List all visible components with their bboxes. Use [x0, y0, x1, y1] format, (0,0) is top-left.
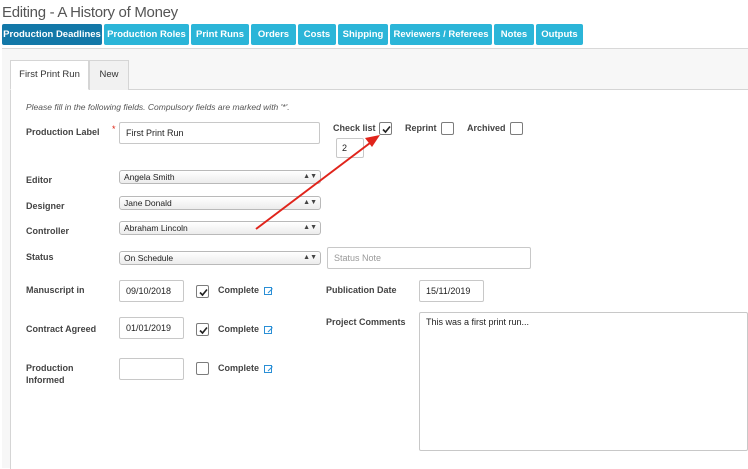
form-hint: Please fill in the following fields. Com… [26, 102, 290, 112]
production-informed-complete-checkbox[interactable] [196, 362, 209, 375]
status-label: Status [26, 252, 54, 262]
manuscript-complete-label: Complete [218, 285, 260, 295]
manuscript-label: Manuscript in [26, 285, 85, 295]
status-note-input[interactable]: Status Note [327, 247, 531, 269]
tab-new[interactable]: New [89, 60, 129, 90]
nav-production-roles-button[interactable]: Production Roles [104, 24, 189, 45]
designer-value: Jane Donald [124, 198, 172, 208]
production-informed-label-line1: Production [26, 363, 74, 373]
tab-first-print-run[interactable]: First Print Run [10, 60, 89, 90]
required-marker: * [112, 124, 116, 134]
manuscript-date-input[interactable]: 09/10/2018 [119, 280, 184, 302]
controller-value: Abraham Lincoln [124, 223, 188, 233]
publication-date-input[interactable]: 15/11/2019 [419, 280, 484, 302]
nav-costs-button[interactable]: Costs [298, 24, 336, 45]
manuscript-complete-checkbox[interactable] [196, 285, 209, 298]
select-arrows-icon: ▲▼ [303, 254, 317, 261]
select-arrows-icon: ▲▼ [303, 224, 317, 231]
archived-checkbox[interactable] [510, 122, 523, 135]
project-comments-label: Project Comments [326, 317, 406, 327]
checklist-checkbox[interactable] [379, 122, 392, 135]
contract-label: Contract Agreed [26, 324, 97, 334]
nav-shipping-button[interactable]: Shipping [338, 24, 388, 45]
editor-value: Angela Smith [124, 172, 175, 182]
designer-select[interactable]: Jane Donald ▲▼ [119, 196, 321, 210]
select-arrows-icon: ▲▼ [303, 173, 317, 180]
contract-date-input[interactable]: 01/01/2019 [119, 317, 184, 339]
edit-note-icon[interactable] [264, 326, 273, 335]
checklist-label: Check list [333, 123, 376, 133]
reprint-label: Reprint [405, 123, 437, 133]
archived-label: Archived [467, 123, 506, 133]
status-value: On Schedule [124, 253, 174, 263]
editor-select[interactable]: Angela Smith ▲▼ [119, 170, 321, 184]
nav-production-deadlines-button[interactable]: Production Deadlines [2, 24, 102, 45]
checkmark-icon [382, 125, 391, 134]
project-comments-textarea[interactable]: This was a first print run... [419, 312, 748, 451]
nav-reviewers-referees-button[interactable]: Reviewers / Referees [390, 24, 492, 45]
edit-note-icon[interactable] [264, 365, 273, 374]
page-title: Editing - A History of Money [2, 4, 178, 21]
production-informed-date-input[interactable] [119, 358, 184, 380]
status-select[interactable]: On Schedule ▲▼ [119, 251, 321, 265]
reprint-checkbox[interactable] [441, 122, 454, 135]
designer-label: Designer [26, 201, 65, 211]
checklist-count[interactable]: 2 [336, 138, 364, 158]
edit-note-icon[interactable] [264, 287, 273, 296]
production-informed-label-line2: Informed [26, 375, 65, 385]
select-arrows-icon: ▲▼ [303, 199, 317, 206]
publication-date-label: Publication Date [326, 285, 397, 295]
editor-label: Editor [26, 175, 52, 185]
nav-outputs-button[interactable]: Outputs [536, 24, 583, 45]
nav-print-runs-button[interactable]: Print Runs [191, 24, 249, 45]
nav-notes-button[interactable]: Notes [494, 24, 534, 45]
contract-complete-label: Complete [218, 324, 260, 334]
production-label-label: Production Label [26, 127, 100, 137]
controller-select[interactable]: Abraham Lincoln ▲▼ [119, 221, 321, 235]
production-informed-complete-label: Complete [218, 363, 260, 373]
contract-complete-checkbox[interactable] [196, 323, 209, 336]
controller-label: Controller [26, 226, 70, 236]
checkmark-icon [199, 288, 208, 297]
production-label-input[interactable]: First Print Run [119, 122, 320, 144]
checkmark-icon [199, 326, 208, 335]
nav-orders-button[interactable]: Orders [251, 24, 296, 45]
